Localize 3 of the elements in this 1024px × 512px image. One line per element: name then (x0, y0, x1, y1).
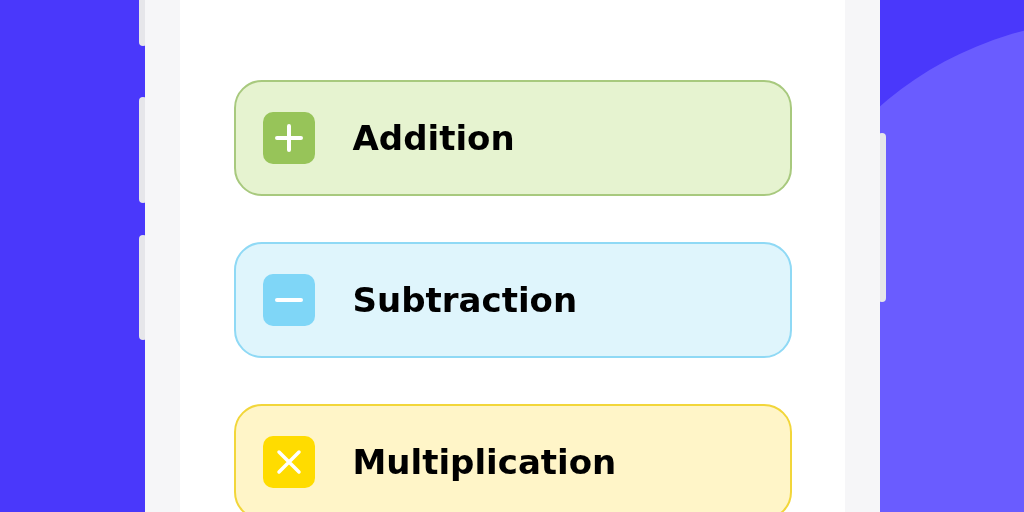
operation-card[interactable]: Multiplication (233, 404, 792, 512)
operation-card[interactable]: Subtraction (233, 242, 792, 358)
operation-card[interactable]: Addition (233, 80, 792, 196)
